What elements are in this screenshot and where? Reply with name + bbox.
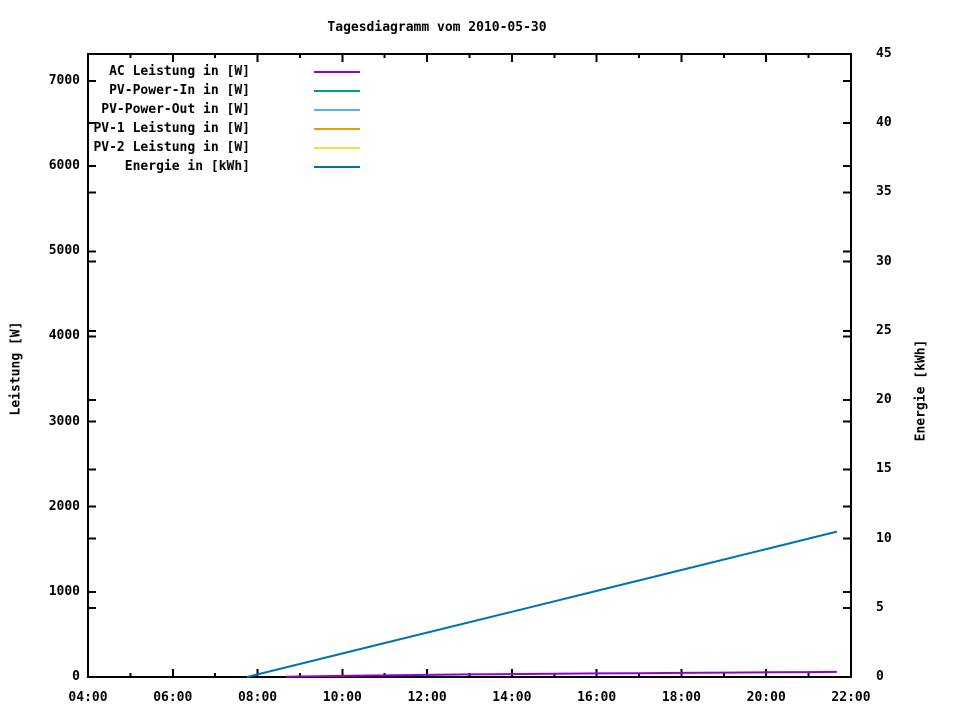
tick-label: 45	[876, 46, 892, 61]
series-line	[246, 530, 838, 678]
tick-label: 10:00	[322, 690, 362, 705]
legend: AC Leistung in [W] PV-Power-In in [W] PV…	[20, 62, 360, 176]
legend-item-pv1-leistung: PV-1 Leistung in [W]	[20, 119, 360, 138]
legend-label: PV-2 Leistung in [W]	[93, 140, 250, 155]
tick-label: 3000	[48, 413, 80, 429]
legend-label: PV-1 Leistung in [W]	[93, 121, 250, 136]
tick-label: 22:00	[831, 690, 871, 705]
legend-line-sample	[314, 146, 360, 149]
tick-label: 5000	[48, 243, 80, 259]
legend-label: PV-Power-In in [W]	[109, 83, 250, 98]
legend-line-sample	[314, 89, 360, 92]
legend-line-sample	[314, 70, 360, 73]
legend-label: Energie in [kWh]	[124, 159, 250, 174]
tick-label: 5	[876, 599, 884, 615]
tick-label: 18:00	[661, 690, 701, 705]
legend-line-sample	[314, 127, 360, 130]
tick-label: 0	[876, 669, 884, 684]
tick-label: 06:00	[153, 690, 193, 705]
tick-label: 14:00	[492, 690, 532, 705]
tick-label: 2000	[48, 498, 80, 514]
tick-label: 0	[72, 669, 80, 684]
legend-item-energie: Energie in [kWh]	[20, 157, 360, 176]
legend-label: AC Leistung in [W]	[109, 64, 250, 79]
tick-label: 30	[876, 253, 892, 269]
tick-label: 1000	[48, 583, 80, 599]
legend-item-ac-leistung: AC Leistung in [W]	[20, 62, 360, 81]
tick-label: 10	[876, 530, 892, 546]
tick-label: 15	[876, 461, 892, 477]
tick-label: 4000	[48, 328, 80, 344]
tick-label: 04:00	[68, 690, 108, 705]
legend-line-sample	[314, 108, 360, 111]
chart-canvas: Tagesdiagramm vom 2010-05-30 Leistung [W…	[0, 0, 960, 720]
tick-label: 08:00	[237, 690, 278, 705]
legend-label: PV-Power-Out in [W]	[101, 102, 250, 117]
legend-item-pv-power-in: PV-Power-In in [W]	[20, 81, 360, 100]
tick-label: 16:00	[577, 690, 617, 705]
legend-item-pv2-leistung: PV-2 Leistung in [W]	[20, 138, 360, 157]
legend-line-sample	[314, 165, 360, 168]
data-series-lines	[246, 530, 838, 678]
tick-label: 25	[876, 322, 892, 338]
legend-item-pv-power-out: PV-Power-Out in [W]	[20, 100, 360, 119]
tick-label: 20:00	[746, 690, 786, 705]
tick-label: 12:00	[407, 690, 447, 705]
tick-label: 35	[876, 184, 892, 200]
tick-label: 20	[876, 392, 892, 408]
tick-label: 40	[876, 115, 892, 131]
